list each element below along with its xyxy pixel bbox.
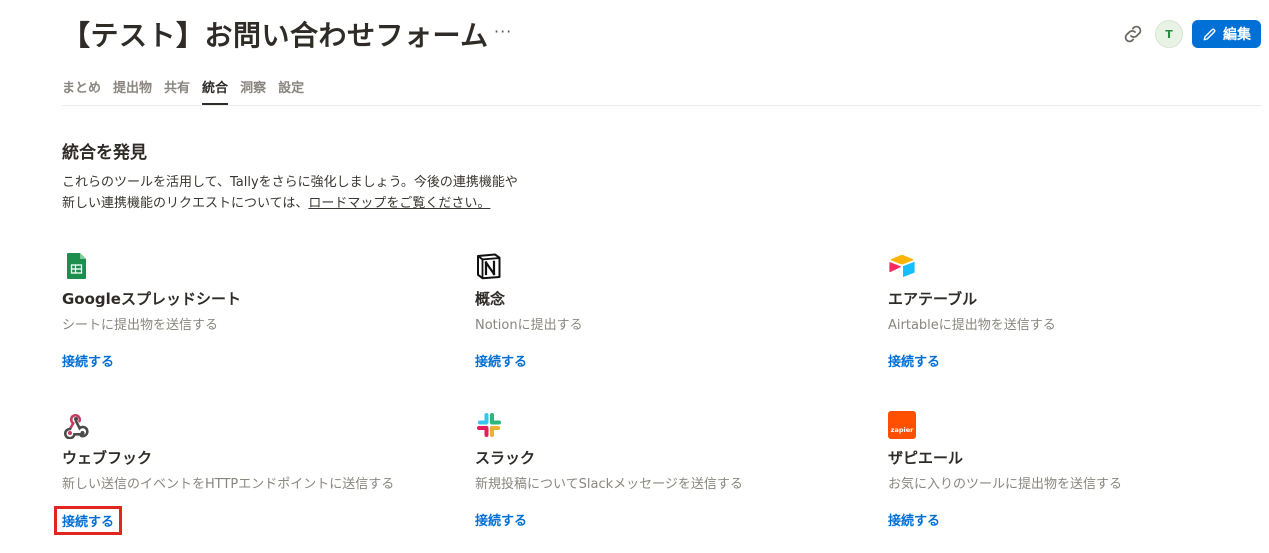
connect-zapier-button[interactable]: 接続する — [888, 510, 940, 529]
more-options-button[interactable]: ··· — [494, 22, 512, 41]
tab-share[interactable]: 共有 — [164, 74, 190, 103]
tabs-divider — [62, 105, 1262, 106]
integration-title: ウェブフック — [62, 449, 153, 467]
google-sheets-icon — [67, 253, 86, 279]
integration-title: ザピエール — [888, 449, 964, 467]
zapier-icon: zapier — [888, 411, 916, 439]
integration-card-webhook: ウェブフック 新しい送信のイベントをHTTPエンドポイントに送信する 接続する — [53, 411, 442, 535]
connect-google-sheets-button[interactable]: 接続する — [62, 351, 114, 370]
intro-text-line2: 新しい連携機能のリクエストについては、 — [62, 196, 309, 211]
section-title: 統合を発見 — [62, 143, 147, 163]
integration-description: シートに提出物を送信する — [62, 318, 219, 333]
intro-text-line1: これらのツールを活用して、Tallyをさらに強化しましょう。今後の連携機能や — [62, 175, 518, 190]
edit-button-label: 編集 — [1223, 27, 1251, 43]
integration-description: お気に入りのツールに提出物を送信する — [888, 477, 1123, 492]
copy-link-button[interactable] — [1121, 22, 1145, 46]
connect-airtable-button[interactable]: 接続する — [888, 351, 940, 370]
avatar[interactable]: T — [1155, 20, 1183, 48]
integration-card-google-sheets: Googleスプレッドシート シートに提出物を送信する 接続する — [62, 252, 442, 370]
tab-integrations[interactable]: 統合 — [202, 74, 229, 105]
integration-title: 概念 — [475, 290, 506, 308]
svg-text:zapier: zapier — [891, 426, 914, 434]
integration-title: スラック — [475, 449, 536, 467]
connect-notion-button[interactable]: 接続する — [475, 351, 527, 370]
integration-card-slack: スラック 新規投稿についてSlackメッセージを送信する 接続する — [475, 411, 855, 529]
airtable-icon — [889, 254, 915, 277]
tab-bar: まとめ 提出物 共有 統合 洞察 設定 — [62, 74, 304, 106]
link-icon — [1124, 25, 1142, 43]
tab-insights[interactable]: 洞察 — [240, 74, 266, 103]
pencil-icon — [1203, 28, 1216, 40]
edit-button[interactable]: 編集 — [1192, 20, 1261, 48]
integration-card-zapier: zapier ザピエール お気に入りのツールに提出物を送信する 接続する — [888, 411, 1268, 529]
integration-title: Googleスプレッドシート — [62, 290, 241, 308]
notion-icon — [477, 253, 501, 280]
integration-title: エアテーブル — [888, 290, 978, 308]
tab-submissions[interactable]: 提出物 — [113, 74, 152, 103]
integration-description: Airtableに提出物を送信する — [888, 318, 1056, 333]
integration-card-airtable: エアテーブル Airtableに提出物を送信する 接続する — [888, 252, 1268, 370]
tab-summary[interactable]: まとめ — [62, 74, 101, 103]
connect-slack-button[interactable]: 接続する — [475, 510, 527, 529]
webhook-icon — [63, 413, 89, 439]
integration-description: 新しい送信のイベントをHTTPエンドポイントに送信する — [62, 477, 395, 492]
tab-settings[interactable]: 設定 — [278, 74, 304, 103]
slack-icon — [477, 413, 501, 437]
section-intro: これらのツールを活用して、Tallyをさらに強化しましょう。今後の連携機能や 新… — [62, 172, 622, 214]
page-title: 【テスト】お問い合わせフォーム — [62, 19, 489, 52]
roadmap-link[interactable]: ロードマップをご覧ください。 — [308, 196, 490, 211]
integration-description: Notionに提出する — [475, 318, 583, 333]
integration-card-notion: 概念 Notionに提出する 接続する — [475, 252, 855, 370]
integration-description: 新規投稿についてSlackメッセージを送信する — [475, 477, 743, 492]
connect-webhook-button[interactable]: 接続する — [53, 506, 123, 535]
